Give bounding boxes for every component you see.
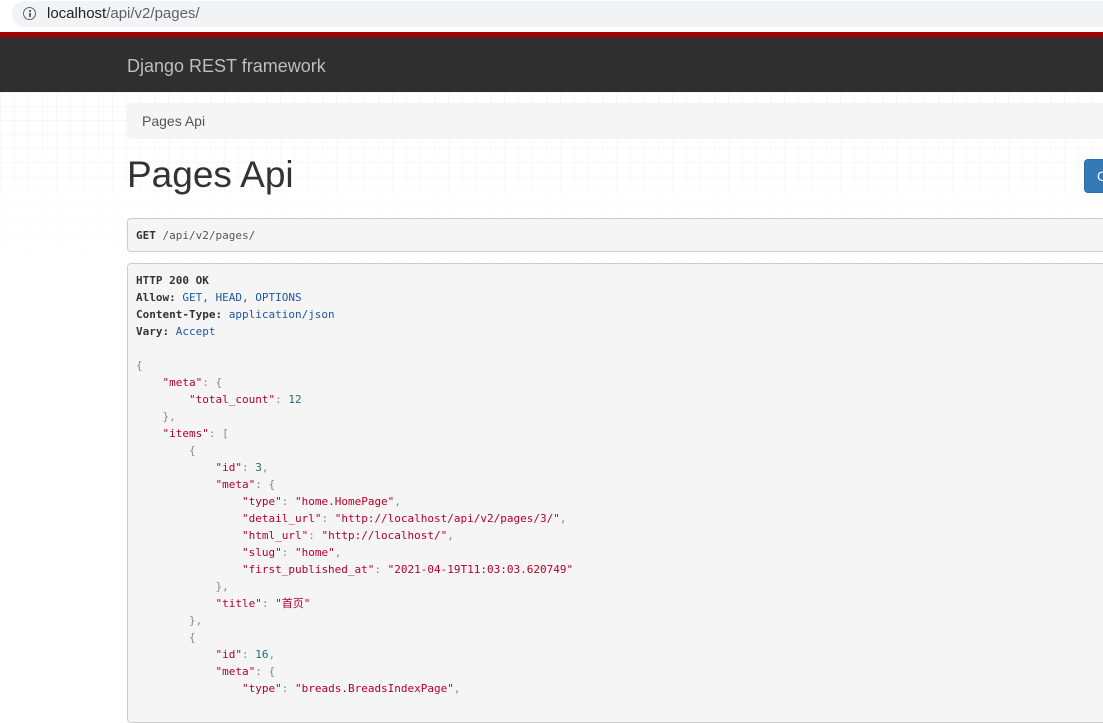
url-host: localhost <box>47 5 107 22</box>
header-content-type: Content-Type: application/json <box>136 306 335 323</box>
json-line: "slug": "home", <box>241 546 342 559</box>
json-string: "http://localhost/" <box>321 529 448 542</box>
json-line: { <box>136 359 143 372</box>
response-status: HTTP 200 OK <box>136 274 209 287</box>
json-line: "type": "home.HomePage", <box>241 495 401 508</box>
browser-address-bar: localhost/api/v2/pages/ <box>0 0 1103 30</box>
json-line: "title": "首页" <box>215 597 311 610</box>
request-line: GET /api/v2/pages/ <box>136 229 255 242</box>
brand-link[interactable]: Django REST framework <box>127 56 326 77</box>
header-vary: Vary: Accept <box>136 323 216 340</box>
url-text[interactable]: localhost/api/v2/pages/ <box>47 5 200 22</box>
json-line: "detail_url": "http://localhost/api/v2/p… <box>241 512 567 525</box>
json-line: }, <box>136 580 229 593</box>
json-line: "type": "breads.BreadsIndexPage", <box>241 682 461 695</box>
json-line: "id": 3, <box>215 461 269 474</box>
json-line: "html_url": "http://localhost/", <box>241 529 454 542</box>
json-line: }, <box>136 410 176 423</box>
options-button-label: O <box>1097 168 1103 184</box>
json-line: "meta": { <box>162 376 223 389</box>
json-number: 3 <box>255 461 262 474</box>
json-string: "http://localhost/api/v2/pages/3/" <box>334 512 560 525</box>
breadcrumb: Pages Api <box>127 103 1103 139</box>
json-number: 12 <box>288 393 302 406</box>
json-string: "home.HomePage" <box>294 495 395 508</box>
json-line: "meta": { <box>215 665 276 678</box>
response-info: HTTP 200 OK Allow: GET, HEAD, OPTIONS Co… <box>127 263 1103 723</box>
json-line: "meta": { <box>215 478 276 491</box>
json-string: "2021-04-19T11:03:03.620749" <box>387 563 574 576</box>
header-value: application/json <box>228 308 335 321</box>
request-path: /api/v2/pages/ <box>162 229 256 242</box>
request-method: GET <box>136 229 156 242</box>
json-number: 16 <box>255 648 269 661</box>
header-key: Allow: <box>136 291 176 304</box>
page-title: Pages Api <box>127 154 294 195</box>
json-line: }, <box>136 614 203 627</box>
navbar: Django REST framework <box>0 32 1103 92</box>
breadcrumb-item-pages-api[interactable]: Pages Api <box>142 113 205 129</box>
json-string: "首页" <box>275 597 311 610</box>
json-line: { <box>136 444 196 457</box>
json-line: "id": 16, <box>215 648 276 661</box>
site-info-icon[interactable] <box>23 7 36 20</box>
json-key: "items" <box>162 427 209 440</box>
json-key: "total_count" <box>188 393 276 406</box>
options-button[interactable]: O <box>1084 159 1103 193</box>
json-line: { <box>136 631 196 644</box>
json-string: "home" <box>294 546 335 559</box>
request-info: GET /api/v2/pages/ <box>127 218 1103 252</box>
json-string: "breads.BreadsIndexPage" <box>294 682 454 695</box>
header-value: Accept <box>175 325 216 338</box>
header-key: Vary: <box>136 325 170 338</box>
url-path: /api/v2/pages/ <box>106 5 200 22</box>
json-line: "items": [ <box>162 427 229 440</box>
header-key: Content-Type: <box>136 308 223 321</box>
header-allow: Allow: GET, HEAD, OPTIONS <box>136 289 302 306</box>
url-field[interactable]: localhost/api/v2/pages/ <box>12 1 1103 27</box>
json-line: "first_published_at": "2021-04-19T11:03:… <box>241 563 574 576</box>
header-value: GET, HEAD, OPTIONS <box>182 291 302 304</box>
json-line: "total_count": 12 <box>188 393 302 406</box>
json-key: "meta" <box>162 376 203 389</box>
